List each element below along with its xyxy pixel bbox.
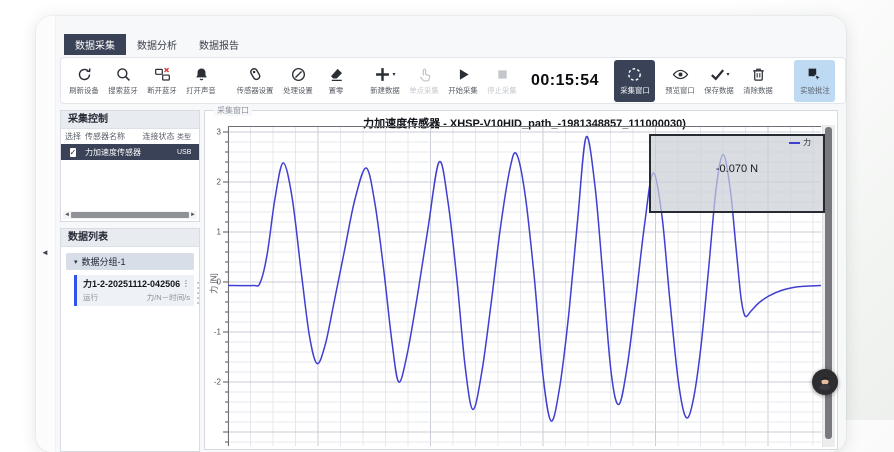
compass-icon [290,66,307,83]
data-list-panel: 数据列表 ▾ 数据分组-1 力1-2-20251112-042506 ⋮ 运行 … [60,228,200,452]
play-icon [455,66,472,83]
svg-text:1: 1 [217,228,222,237]
zero-button[interactable]: 置零 [319,66,353,96]
timer-display: 00:15:54 [531,72,599,90]
column-header-select: 选择 [61,131,85,142]
caret-down-icon[interactable]: ▾ [727,71,730,78]
svg-text:-1: -1 [214,328,222,337]
scroll-left-icon[interactable]: ◄ [63,211,71,219]
trash-icon [750,66,767,83]
refresh-icon [76,66,93,83]
svg-text:3: 3 [217,128,222,137]
tap-icon [416,66,433,83]
tree-caret-icon[interactable]: ▾ [74,258,78,266]
experiment-record-button[interactable]: 实验录制 [842,66,846,96]
tab-data-analysis[interactable]: 数据分析 [126,34,188,55]
legend-swatch [789,142,800,144]
horizontal-scrollbar[interactable]: ◄ ► [63,211,197,219]
caret-down-icon[interactable]: ▾ [392,71,395,78]
y-axis-label: 力 [N] [209,273,220,293]
stop-icon [494,66,511,83]
tab-data-acquisition[interactable]: 数据采集 [64,34,126,55]
cursor-annotation-icon [806,66,823,83]
data-item[interactable]: 力1-2-20251112-042506 ⋮ 运行 力/N－时间/s [74,275,194,306]
new-data-button[interactable]: ▾ 新建数据 [367,66,403,96]
preview-window-button[interactable]: 预览窗口 [662,66,698,96]
bluetooth-disconnect-icon [154,66,171,83]
data-group-row[interactable]: ▾ 数据分组-1 [66,253,194,270]
single-point-button[interactable]: 单点采集 [406,66,442,96]
scrollbar-thumb[interactable] [71,212,189,218]
data-item-status: 运行 [83,292,98,303]
tab-data-report[interactable]: 数据报告 [188,34,250,55]
app-window: ◄ 数据采集 数据分析 数据报告 刷新设备 搜索蓝牙 断开蓝牙 打开声音 传感器… [36,16,846,452]
avatar-icon [816,373,834,391]
sensor-table-header: 选择 传感器名称 连接状态 类型 [61,129,199,144]
svg-text:2: 2 [217,178,222,187]
search-icon [115,66,132,83]
annotation-text: -0.070 N [716,163,758,175]
bell-icon [193,66,210,83]
collapse-panel-icon[interactable]: ◄ [41,248,49,257]
sound-button[interactable]: 打开声音 [183,66,219,96]
stop-acquisition-button[interactable]: 停止采集 [484,66,520,96]
main-tab-bar: 数据采集 数据分析 数据报告 [64,34,250,55]
column-header-status: 连接状态 [140,131,177,142]
plus-icon [374,66,391,83]
panel-drag-handle[interactable] [197,282,199,304]
svg-text:-2: -2 [214,378,222,387]
dashed-circle-icon [626,66,643,83]
sensor-icon [247,66,264,83]
disconnect-bluetooth-button[interactable]: 断开蓝牙 [144,66,180,96]
sensor-type: USB [177,149,197,156]
sensor-name: 力加速度传感器 [85,147,140,158]
column-header-type: 类型 [177,132,197,142]
item-menu-icon[interactable]: ⋮ [182,279,190,288]
panel-title: 采集控制 [61,111,199,129]
toolbar: 刷新设备 搜索蓝牙 断开蓝牙 打开声音 传感器设置 处理设置 置零 [60,57,846,104]
sensor-table-row[interactable]: ✓ 力加速度传感器 USB [61,144,199,160]
save-data-button[interactable]: ▾ 保存数据 [701,66,737,96]
eye-icon [672,66,689,83]
process-settings-button[interactable]: 处理设置 [280,66,316,96]
scroll-right-icon[interactable]: ► [189,211,197,219]
legend-label: 力 [803,137,811,148]
data-group-label: 数据分组-1 [82,255,126,268]
data-item-name: 力1-2-20251112-042506 [83,277,180,290]
clear-data-button[interactable]: 清除数据 [740,66,776,96]
sensor-settings-button[interactable]: 传感器设置 [233,66,277,96]
chart-legend: 力 [789,137,811,148]
column-header-name: 传感器名称 [85,131,140,142]
refresh-device-button[interactable]: 刷新设备 [66,66,102,96]
acquisition-control-panel: 采集控制 选择 传感器名称 连接状态 类型 ✓ 力加速度传感器 USB ◄ ► [60,110,200,222]
panel-title: 数据列表 [61,229,199,247]
check-icon [709,66,726,83]
data-item-axes: 力/N－时间/s [147,292,190,303]
acquisition-window-groupbox: 采集窗口 力加速度传感器 - XHSP-V10HID_path_-1981348… [204,110,838,450]
left-collapse-strip: ◄ [36,16,56,452]
sensor-checkbox[interactable]: ✓ [70,148,77,157]
acquisition-window-button[interactable]: 采集窗口 [614,60,655,102]
search-bluetooth-button[interactable]: 搜索蓝牙 [105,66,141,96]
chart-plot-area[interactable]: 3210-1-2 -0.070 N 力 力 [N] [228,126,821,446]
assistant-avatar-button[interactable] [812,369,838,395]
eraser-icon [328,66,345,83]
start-acquisition-button[interactable]: 开始采集 [445,66,481,96]
experiment-annotation-button[interactable]: 实验批注 [794,60,835,102]
